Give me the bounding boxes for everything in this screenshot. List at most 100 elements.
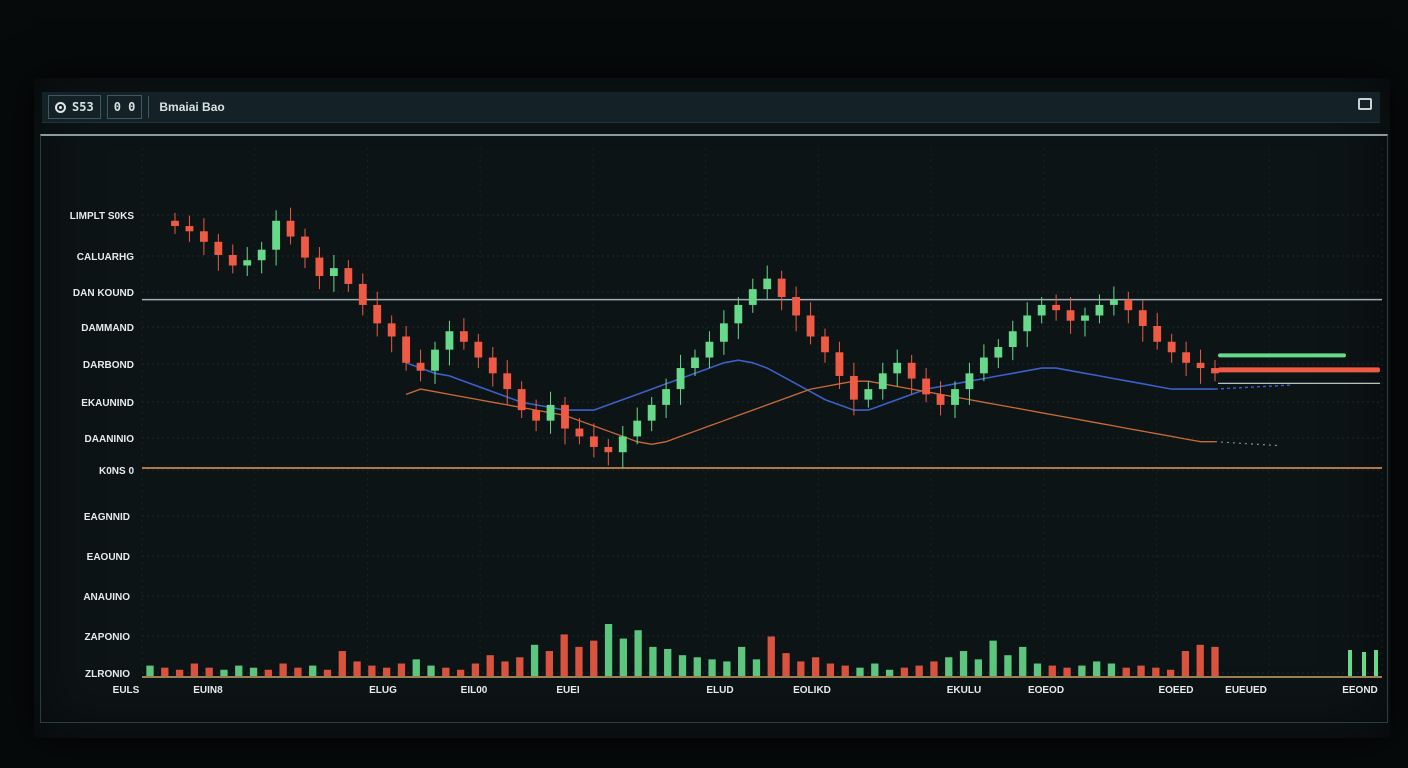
volume-bar <box>1374 650 1378 676</box>
volume-bar <box>205 667 213 676</box>
candle-body <box>821 336 829 353</box>
volume-tick-label: ZLRONIO <box>85 669 130 680</box>
candle-body <box>647 404 656 421</box>
volume-bar <box>1004 655 1012 676</box>
x-tick-label: ELUD <box>706 685 733 696</box>
candle-body <box>878 373 887 390</box>
volume-tick-label: EAOUND <box>87 552 130 563</box>
candle-body <box>849 375 858 400</box>
volume-bar <box>161 667 169 676</box>
candle-body <box>893 362 902 374</box>
candle-body <box>705 341 714 358</box>
volume-tick-label: ZAPONIO <box>84 632 130 643</box>
moving-averages <box>405 359 1291 447</box>
volume-bar <box>915 665 923 676</box>
volume-bar <box>1033 663 1042 676</box>
volume-bar <box>1152 667 1160 676</box>
volume-bar <box>249 667 258 676</box>
volume-bar <box>723 661 731 676</box>
candle-body <box>1095 304 1104 316</box>
volume-bar <box>530 644 539 676</box>
x-tick-label: ELUG <box>369 685 397 696</box>
candle-body <box>777 278 786 298</box>
volume-bar <box>619 638 627 676</box>
volume-bar <box>397 663 406 676</box>
volume-bar <box>1362 652 1366 676</box>
candle-body <box>864 389 873 400</box>
candle-body <box>633 420 642 437</box>
volume-bar <box>220 669 228 676</box>
volume-bar <box>309 665 317 676</box>
candle-body <box>503 373 512 390</box>
candle-body <box>387 323 396 337</box>
volume-bar <box>945 657 953 676</box>
candle-body <box>676 368 685 390</box>
volume-bar <box>856 667 864 676</box>
candle-body <box>662 389 671 405</box>
candle-body <box>286 220 295 237</box>
candle-body <box>951 389 959 405</box>
price-tick-label: CALUARHG <box>77 252 134 263</box>
candle-body <box>589 436 598 447</box>
candle-body <box>1196 362 1205 369</box>
volume-bar <box>1107 663 1116 676</box>
x-tick-label: EOEOD <box>1028 685 1064 696</box>
volume-bar <box>649 646 657 676</box>
volume-bar <box>900 667 909 676</box>
bid-marker <box>1218 353 1346 358</box>
volume-bar <box>782 653 790 676</box>
x-tick-label: EUEI <box>556 685 580 696</box>
candle-body <box>922 378 931 395</box>
price-tick-label: K0NS 0 <box>99 466 134 477</box>
candle-body <box>763 278 772 290</box>
volume-bar <box>738 646 746 676</box>
price-markers <box>1218 353 1380 384</box>
price-tick-label: DAANINIO <box>85 434 135 445</box>
volume-bar <box>323 669 332 676</box>
candle-body <box>994 347 1003 358</box>
volume-bars <box>142 624 1382 678</box>
candle-body <box>301 236 309 258</box>
price-tick-label: EKAUNIND <box>81 398 134 409</box>
candle-body <box>459 331 468 342</box>
candle-body <box>719 323 728 342</box>
candle-body <box>474 341 483 358</box>
volume-tick-label: EAGNNID <box>84 512 130 523</box>
volume-bar <box>516 657 524 676</box>
candle-body <box>1037 304 1046 316</box>
candle-body <box>748 289 757 305</box>
volume-bar <box>1063 667 1071 676</box>
candle-body <box>1023 315 1032 332</box>
candle-body <box>488 357 497 374</box>
volume-bar <box>368 665 376 676</box>
ma-blue-extension <box>1214 384 1291 390</box>
candle-body <box>546 404 555 421</box>
volume-bar <box>885 669 894 676</box>
volume-bar <box>752 659 761 676</box>
price-chart: LIMPLT S0KS CALUARHG DAN KOUND DAMMAND DARBO… <box>70 148 1383 696</box>
volume-bar <box>412 659 420 676</box>
volume-bar <box>974 659 982 676</box>
volume-bar <box>264 669 272 676</box>
volume-bar <box>501 661 509 676</box>
y-axis-labels: LIMPLT S0KS CALUARHG DAN KOUND DAMMAND DARBO… <box>70 211 135 680</box>
candle-body <box>171 220 179 227</box>
volume-bar <box>1137 665 1145 676</box>
price-tick-label: DAN KOUND <box>73 288 134 299</box>
candle-body <box>199 231 208 242</box>
volume-bar <box>545 651 554 676</box>
volume-bar <box>1048 665 1056 676</box>
volume-bar <box>797 661 805 676</box>
candle-body <box>257 249 266 261</box>
candle-body <box>1124 299 1133 311</box>
volume-bar <box>427 665 435 676</box>
candle-body <box>618 436 627 453</box>
volume-bar <box>235 665 243 676</box>
chart-grid <box>141 148 1383 676</box>
volume-bar <box>560 634 568 676</box>
volume-bar <box>708 659 716 676</box>
candle-body <box>532 410 541 421</box>
candle-body <box>329 268 338 277</box>
volume-bar <box>959 651 968 676</box>
x-tick-label: EUIN8 <box>193 685 223 696</box>
